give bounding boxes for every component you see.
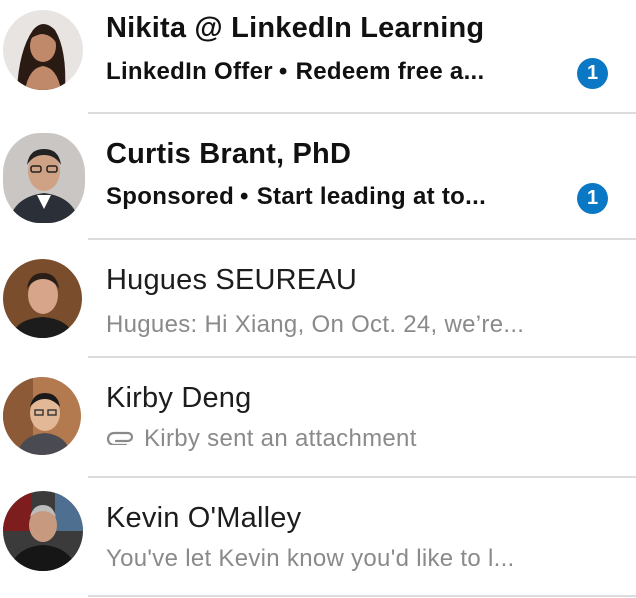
conversation-preview: LinkedIn Offer • Redeem free a... — [106, 58, 484, 86]
conversation-preview: Hugues: Hi Xiang, On Oct. 24, we’re... — [106, 311, 525, 338]
conversation-preview: Kirby sent an attachment — [106, 425, 417, 454]
avatar[interactable] — [3, 10, 83, 90]
snippet: Redeem free a... — [295, 58, 485, 85]
conversation-name: Kirby Deng — [106, 382, 252, 414]
separator: • — [278, 58, 288, 85]
attachment-text: Kirby sent an attachment — [144, 425, 417, 452]
avatar[interactable] — [3, 377, 81, 455]
conversation-item-hugues[interactable]: Hugues SEUREAU Hugues: Hi Xiang, On Oct.… — [0, 240, 636, 356]
conversation-item-nikita[interactable]: Nikita @ LinkedIn Learning LinkedIn Offe… — [0, 0, 636, 112]
conversation-preview: You've let Kevin know you'd like to l... — [106, 545, 515, 572]
avatar[interactable] — [3, 133, 85, 223]
conversation-preview: Sponsored • Start leading at to... — [106, 183, 486, 211]
sponsored-label: Sponsored — [106, 183, 235, 210]
conversation-name: Nikita @ LinkedIn Learning — [106, 12, 485, 44]
avatar[interactable] — [3, 491, 83, 571]
conversation-name: Hugues SEUREAU — [106, 264, 358, 296]
unread-badge: 1 — [577, 58, 608, 89]
person-avatar-icon — [3, 377, 81, 455]
paperclip-icon — [106, 424, 136, 452]
conversation-list: Nikita @ LinkedIn Learning LinkedIn Offe… — [0, 0, 636, 598]
conversation-item-curtis[interactable]: Curtis Brant, PhD Sponsored • Start leadin… — [0, 114, 636, 238]
conversation-item-kirby[interactable]: Kirby Deng Kirby sent an attachment — [0, 358, 636, 476]
conversation-name: Curtis Brant, PhD — [106, 138, 352, 170]
unread-badge: 1 — [577, 183, 608, 214]
offer-label: LinkedIn Offer — [106, 58, 273, 85]
person-avatar-icon — [3, 133, 85, 223]
person-avatar-icon — [3, 259, 82, 338]
separator: • — [240, 183, 249, 210]
conversation-item-kevin[interactable]: Kevin O'Malley You've let Kevin know you… — [0, 478, 636, 598]
snippet: Start leading at to... — [256, 183, 487, 210]
person-avatar-icon — [3, 10, 83, 90]
conversation-name: Kevin O'Malley — [106, 502, 302, 534]
person-avatar-icon — [3, 491, 83, 571]
avatar[interactable] — [3, 259, 82, 338]
divider — [88, 595, 636, 597]
